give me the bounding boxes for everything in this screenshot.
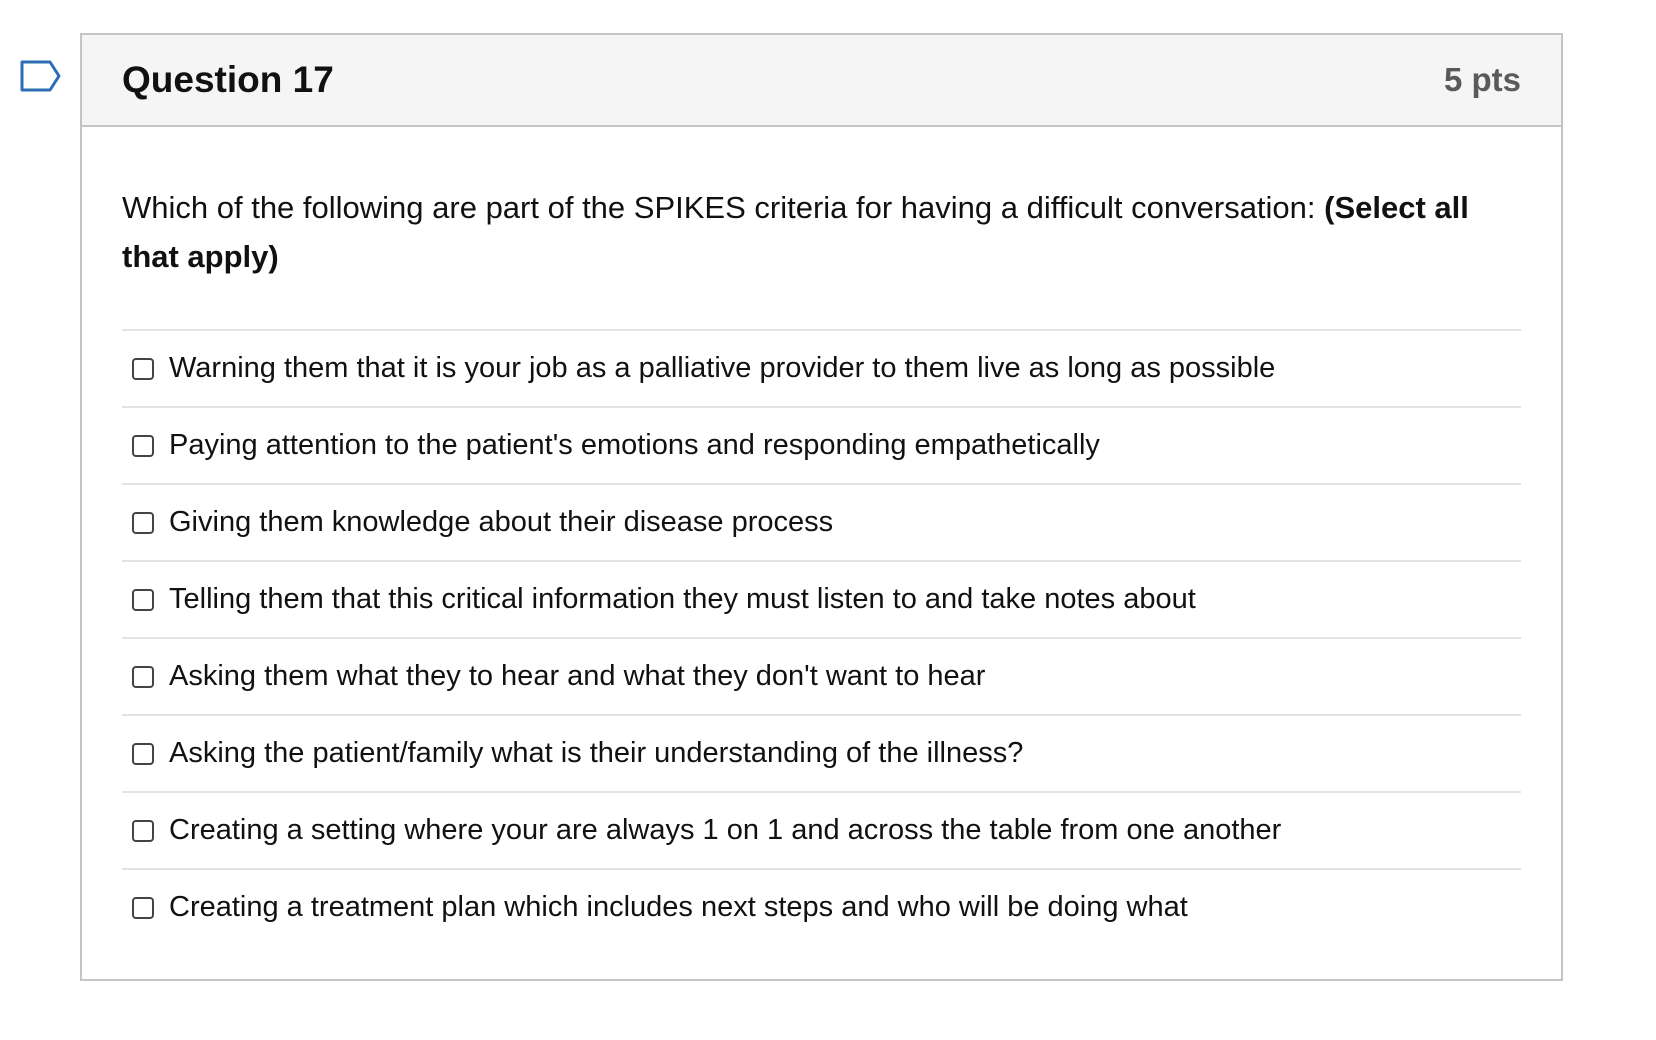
question-prompt: Which of the following are part of the S… bbox=[122, 190, 1325, 225]
answer-label[interactable]: Creating a setting where your are always… bbox=[169, 814, 1281, 847]
answer-option[interactable]: Warning them that it is your job as a pa… bbox=[122, 331, 1521, 408]
answer-label[interactable]: Warning them that it is your job as a pa… bbox=[169, 352, 1275, 385]
question-body: Which of the following are part of the S… bbox=[82, 127, 1561, 945]
answer-label[interactable]: Telling them that this critical informat… bbox=[169, 583, 1196, 616]
answer-option[interactable]: Paying attention to the patient's emotio… bbox=[122, 408, 1521, 485]
answer-checkbox[interactable] bbox=[132, 742, 154, 765]
answer-option[interactable]: Asking the patient/family what is their … bbox=[122, 716, 1521, 793]
answer-option[interactable]: Telling them that this critical informat… bbox=[122, 562, 1521, 639]
answer-label[interactable]: Giving them knowledge about their diseas… bbox=[169, 506, 833, 539]
answer-option[interactable]: Asking them what they to hear and what t… bbox=[122, 639, 1521, 716]
answer-option[interactable]: Creating a setting where your are always… bbox=[122, 793, 1521, 870]
question-card: Question 17 5 pts Which of the following… bbox=[80, 33, 1563, 981]
answer-option[interactable]: Giving them knowledge about their diseas… bbox=[122, 485, 1521, 562]
answer-label[interactable]: Asking them what they to hear and what t… bbox=[169, 660, 985, 693]
answer-label[interactable]: Asking the patient/family what is their … bbox=[169, 737, 1023, 770]
answer-label[interactable]: Paying attention to the patient's emotio… bbox=[169, 429, 1100, 462]
answer-checkbox[interactable] bbox=[132, 665, 154, 688]
answer-checkbox[interactable] bbox=[132, 896, 154, 919]
answer-checkbox[interactable] bbox=[132, 819, 154, 842]
answer-checkbox[interactable] bbox=[132, 434, 154, 457]
answer-option[interactable]: Creating a treatment plan which includes… bbox=[122, 870, 1521, 945]
answer-checkbox[interactable] bbox=[132, 511, 154, 534]
question-title: Question 17 bbox=[122, 59, 334, 100]
question-points: 5 pts bbox=[1443, 61, 1521, 98]
answer-label[interactable]: Creating a treatment plan which includes… bbox=[169, 891, 1188, 924]
question-text: Which of the following are part of the S… bbox=[122, 183, 1521, 281]
flag-question-icon[interactable] bbox=[20, 60, 62, 92]
answer-checkbox[interactable] bbox=[132, 357, 154, 380]
answer-checkbox[interactable] bbox=[132, 588, 154, 611]
question-header: Question 17 5 pts bbox=[82, 35, 1561, 127]
answer-list: Warning them that it is your job as a pa… bbox=[122, 329, 1521, 945]
